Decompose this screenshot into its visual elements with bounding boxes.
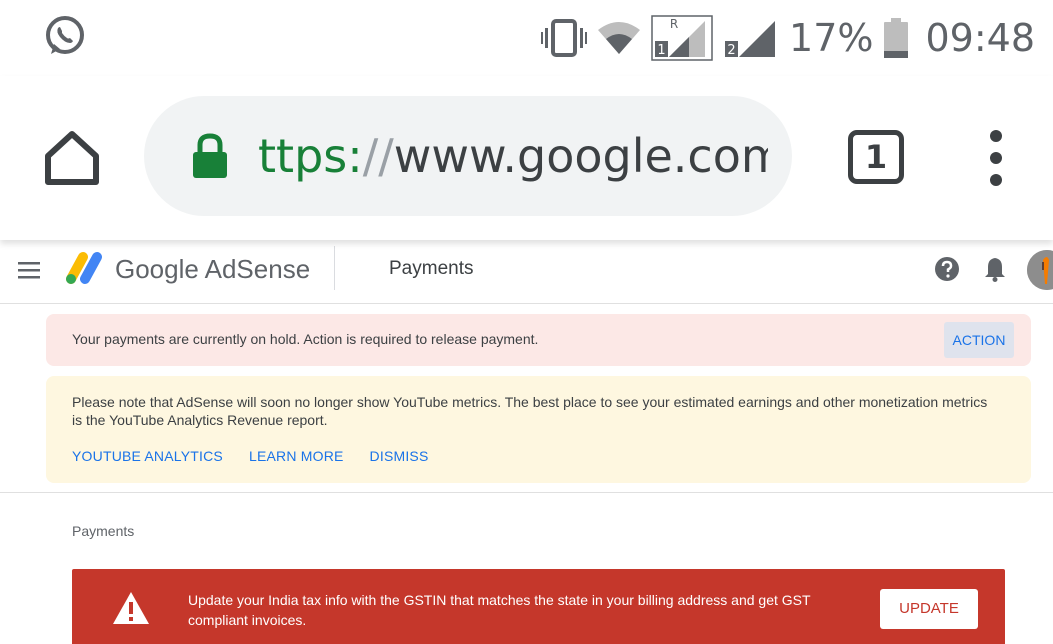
gst-warning-banner: Update your India tax info with the GSTI…	[72, 569, 1005, 644]
status-bar: 1 R 2 17% 09:48	[0, 0, 1053, 76]
update-button[interactable]: UPDATE	[880, 589, 978, 629]
url-separator: //	[362, 129, 394, 183]
wifi-icon	[598, 22, 641, 54]
battery-icon	[884, 18, 909, 58]
warning-icon	[113, 592, 149, 624]
sim2-label: 2	[727, 43, 735, 58]
app-header: Google AdSense Payments	[0, 240, 1053, 304]
payment-hold-message: Your payments are currently on hold. Act…	[72, 331, 539, 347]
browser-toolbar: ttps://www.google.com 1	[0, 76, 1053, 240]
home-icon[interactable]	[42, 128, 102, 188]
learn-more-link[interactable]: LEARN MORE	[249, 448, 344, 464]
url-scheme: ttps:	[258, 129, 363, 183]
address-bar[interactable]: ttps://www.google.com	[144, 96, 792, 216]
lock-icon	[193, 133, 227, 178]
signal-sim2-icon: 2	[725, 21, 776, 58]
menu-icon[interactable]	[18, 260, 42, 282]
youtube-notice-message: Please note that AdSense will soon no lo…	[72, 394, 988, 428]
header-divider	[334, 246, 335, 290]
roaming-label: R	[670, 17, 678, 31]
app-logo-text[interactable]: Google AdSense	[115, 254, 310, 285]
tab-switcher-button[interactable]: 1	[848, 130, 904, 184]
vibrate-icon	[541, 19, 588, 57]
avatar-image-icon	[1027, 250, 1053, 290]
action-button[interactable]: ACTION	[944, 322, 1014, 358]
page-title: Payments	[389, 258, 474, 279]
section-divider	[0, 492, 1053, 493]
gst-message: Update your India tax info with the GSTI…	[188, 592, 811, 628]
help-icon[interactable]	[934, 256, 960, 282]
signal-sim1-icon: 1 R	[651, 15, 713, 61]
url-host: www.google.com	[393, 129, 768, 183]
dismiss-link[interactable]: DISMISS	[370, 448, 429, 464]
avatar[interactable]	[1027, 250, 1053, 290]
sim1-label: 1	[657, 43, 665, 58]
battery-percent: 17%	[789, 16, 874, 60]
more-vert-icon[interactable]	[984, 130, 1008, 186]
youtube-metrics-notice: Please note that AdSense will soon no lo…	[46, 376, 1031, 483]
notifications-icon[interactable]	[983, 256, 1007, 282]
url-text[interactable]: ttps://www.google.com	[258, 124, 768, 188]
whatsapp-icon	[46, 16, 84, 54]
youtube-analytics-link[interactable]: YOUTUBE ANALYTICS	[72, 448, 223, 464]
payment-hold-alert: Your payments are currently on hold. Act…	[46, 314, 1031, 366]
adsense-logo-icon	[66, 252, 102, 284]
clock: 09:48	[925, 16, 1035, 60]
section-label: Payments	[72, 523, 135, 539]
